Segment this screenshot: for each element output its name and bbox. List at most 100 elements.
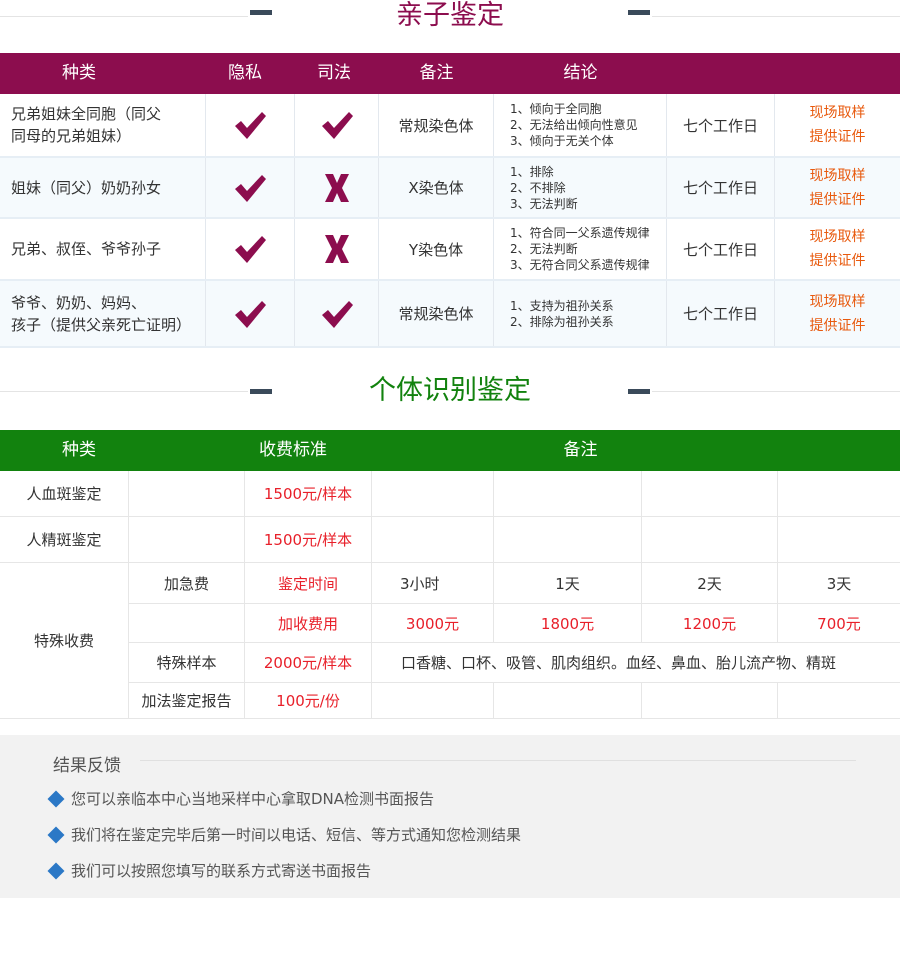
empty-cell (494, 683, 642, 719)
blood-stain-label: 人血斑鉴定 (0, 471, 129, 517)
provide-id-link[interactable]: 提供证件 (810, 188, 866, 212)
header-judicial: 司法 (317, 63, 351, 83)
time-label: 鉴定时间 (245, 563, 372, 604)
header-privacy: 隐私 (228, 63, 262, 83)
individual-table-header: 种类 收费标准 备注 (0, 430, 900, 471)
header-conclusion: 结论 (563, 63, 598, 83)
turnaround-days: 七个工作日 (667, 219, 775, 279)
paternity-row: 爷爷、奶奶、妈妈、 孩子（提供父亲死亡证明） 常规染色体 1、支持为祖孙关系 2、排除为… (0, 281, 900, 348)
paternity-note: 常规染色体 (379, 94, 494, 156)
empty-cell (129, 604, 245, 643)
empty-cell (642, 517, 778, 563)
time-option: 1天 (494, 563, 642, 604)
individual-section-title: 个体识别鉴定 (0, 371, 900, 411)
report-fee-label: 加法鉴定报告 (129, 683, 245, 719)
kind-line: 同母的兄弟姐妹） (11, 127, 132, 145)
paternity-kind: 爷爷、奶奶、妈妈、 孩子（提供父亲死亡证明） (0, 281, 206, 346)
extra-fee-value: 1800元 (494, 604, 642, 643)
semen-stain-price: 1500元/样本 (245, 517, 372, 563)
privacy-cell (206, 94, 295, 156)
turnaround-days: 七个工作日 (667, 94, 775, 156)
conclusion-line: 1、排除 (510, 164, 554, 179)
paternity-conclusion: 1、支持为祖孙关系 2、排除为祖孙关系 (494, 281, 667, 346)
check-icon (233, 172, 267, 204)
paternity-note: X染色体 (379, 158, 494, 217)
conclusion-line: 3、无法判断 (510, 196, 578, 211)
onsite-sampling-link[interactable]: 现场取样 (810, 164, 866, 188)
judicial-cell (295, 94, 379, 156)
kind-line: 兄弟、叔侄、爷爷孙子 (11, 240, 162, 258)
empty-cell (494, 517, 642, 563)
paternity-note: 常规染色体 (379, 281, 494, 346)
privacy-cell (206, 281, 295, 346)
diamond-bullet-icon (47, 790, 65, 807)
header-fee: 收费标准 (259, 440, 327, 460)
action-cell: 现场取样 提供证件 (775, 281, 900, 346)
feedback-divider (140, 760, 856, 761)
paternity-conclusion: 1、倾向于全同胞 2、无法给出倾向性意见 3、倾向于无关个体 (494, 94, 667, 156)
paternity-title: 亲子鉴定 (396, 0, 504, 31)
conclusion-line: 2、不排除 (510, 180, 566, 195)
judicial-cell (295, 281, 379, 346)
conclusion-line: 2、无法给出倾向性意见 (510, 118, 638, 132)
extra-fee-value: 700元 (778, 604, 900, 643)
onsite-sampling-link[interactable]: 现场取样 (810, 225, 866, 249)
empty-cell (778, 517, 900, 563)
conclusion-line: 1、支持为祖孙关系 (510, 298, 614, 313)
semen-stain-label: 人精斑鉴定 (0, 517, 129, 563)
check-icon (233, 233, 267, 265)
report-fee-price: 100元/份 (245, 683, 372, 719)
extra-fee-value: 1200元 (642, 604, 778, 643)
empty-cell (372, 517, 494, 563)
conclusion-line: 1、符合同一父系遗传规律 (510, 226, 650, 240)
feedback-title: 结果反馈 (53, 756, 121, 776)
paternity-kind: 兄弟、叔侄、爷爷孙子 (0, 219, 206, 279)
feedback-item: 您可以亲临本中心当地采样中心拿取DNA检测书面报告 (47, 788, 434, 809)
empty-cell (494, 471, 642, 517)
action-cell: 现场取样 提供证件 (775, 219, 900, 279)
dash-decor-right (628, 10, 650, 15)
special-fee-label: 特殊收费 (0, 563, 129, 719)
blood-stain-price: 1500元/样本 (245, 471, 372, 517)
paternity-table: 种类 隐私 司法 备注 结论 兄弟姐妹全同胞（同父 同母的兄弟姐妹） 常规染色体 1、… (0, 53, 900, 348)
judicial-cell (295, 219, 379, 279)
paternity-row: 姐妹（同父）奶奶孙女 X染色体 1、排除 2、不排除 3、无法判断 七个工作日 现场取样 提供… (0, 158, 900, 219)
feedback-item-text: 我们可以按照您填写的联系方式寄送书面报告 (71, 862, 372, 880)
conclusion-line: 1、倾向于全同胞 (510, 102, 602, 116)
time-option: 2天 (642, 563, 778, 604)
cross-icon (324, 173, 350, 203)
onsite-sampling-link[interactable]: 现场取样 (810, 101, 866, 125)
conclusion-line: 3、倾向于无关个体 (510, 134, 614, 148)
provide-id-link[interactable]: 提供证件 (810, 314, 866, 338)
paternity-conclusion: 1、排除 2、不排除 3、无法判断 (494, 158, 667, 217)
extra-fee-value: 3000元 (372, 604, 494, 643)
check-icon (320, 298, 354, 330)
feedback-item: 我们将在鉴定完毕后第一时间以电话、短信、等方式通知您检测结果 (47, 824, 521, 845)
empty-cell (778, 683, 900, 719)
empty-cell (129, 471, 245, 517)
conclusion-line: 2、无法判断 (510, 242, 578, 256)
paternity-kind: 姐妹（同父）奶奶孙女 (0, 158, 206, 217)
onsite-sampling-link[interactable]: 现场取样 (810, 290, 866, 314)
paternity-row: 兄弟、叔侄、爷爷孙子 Y染色体 1、符合同一父系遗传规律 2、无法判断 3、无符合同父系… (0, 219, 900, 281)
check-icon (233, 298, 267, 330)
empty-cell (642, 471, 778, 517)
header-kind: 种类 (62, 63, 96, 83)
special-sample-label: 特殊样本 (129, 643, 245, 683)
feedback-item-text: 我们将在鉴定完毕后第一时间以电话、短信、等方式通知您检测结果 (71, 826, 522, 844)
header-note: 备注 (419, 63, 454, 83)
diamond-bullet-icon (47, 862, 65, 879)
check-icon (320, 109, 354, 141)
feedback-item: 我们可以按照您填写的联系方式寄送书面报告 (47, 860, 371, 881)
urgent-fee-label: 加急费 (129, 563, 245, 604)
empty-cell (642, 683, 778, 719)
extra-fee-label: 加收费用 (245, 604, 372, 643)
header-note: 备注 (563, 440, 598, 460)
privacy-cell (206, 158, 295, 217)
provide-id-link[interactable]: 提供证件 (810, 125, 866, 149)
time-option: 3小时 (372, 563, 494, 604)
provide-id-link[interactable]: 提供证件 (810, 249, 866, 273)
judicial-cell (295, 158, 379, 217)
conclusion-line: 3、无符合同父系遗传规律 (510, 258, 650, 272)
action-cell: 现场取样 提供证件 (775, 94, 900, 156)
